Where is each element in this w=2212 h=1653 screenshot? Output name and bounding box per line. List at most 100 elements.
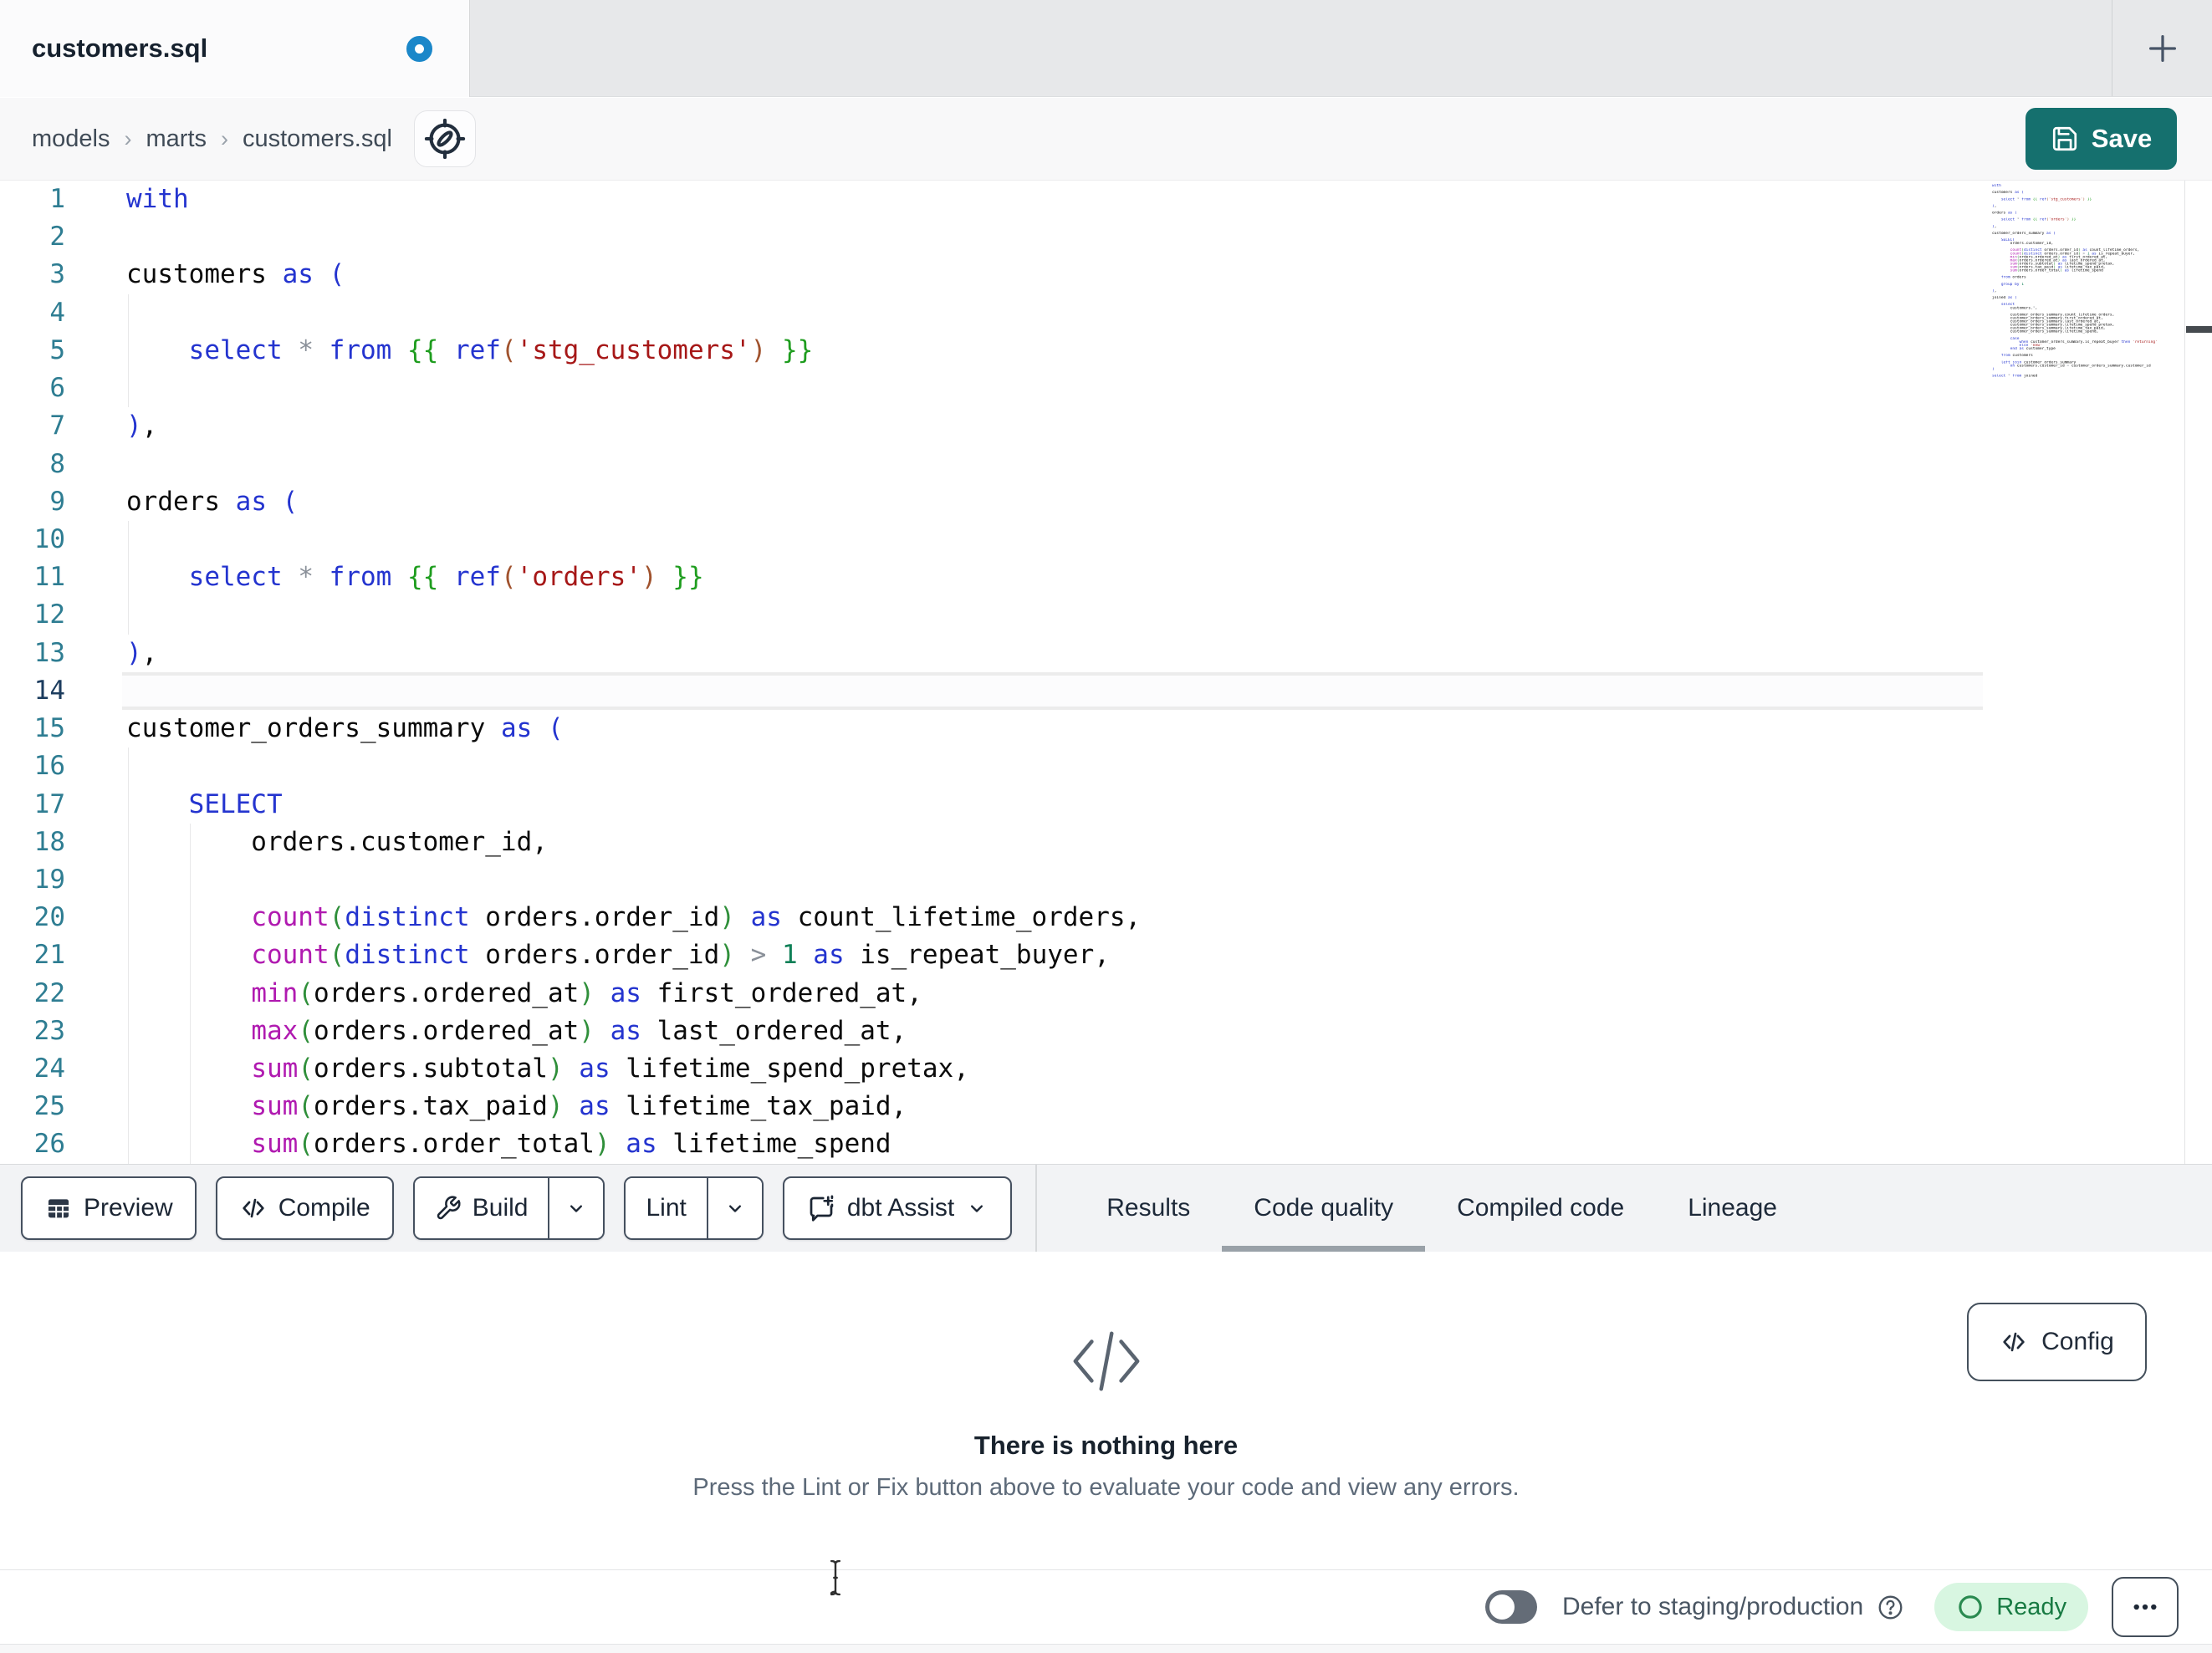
code-line[interactable]: 26 sum(orders.order_total) as lifetime_s… bbox=[0, 1125, 2212, 1164]
save-icon bbox=[2051, 125, 2079, 153]
code-line[interactable]: 8 bbox=[0, 446, 2212, 483]
code-line[interactable]: 13), bbox=[0, 635, 2212, 672]
code-line[interactable]: 9 orders as ( bbox=[0, 483, 2212, 521]
compile-button[interactable]: Compile bbox=[215, 1176, 394, 1240]
code-line[interactable]: 6 bbox=[0, 370, 2212, 408]
lint-label: Lint bbox=[646, 1194, 687, 1222]
code-line[interactable]: 18 orders.customer_id, bbox=[0, 823, 2212, 861]
line-number[interactable]: 4 bbox=[0, 294, 65, 332]
code-line[interactable]: 24 sum(orders.subtotal) as lifetime_spen… bbox=[0, 1050, 2212, 1089]
line-number[interactable]: 23 bbox=[0, 1013, 65, 1050]
empty-state-title: There is nothing here bbox=[973, 1431, 1239, 1460]
line-number[interactable]: 15 bbox=[0, 710, 65, 747]
code-line[interactable]: 2 bbox=[0, 218, 2212, 256]
code-line[interactable]: 25 sum(orders.tax_paid) as lifetime_tax_… bbox=[0, 1088, 2212, 1126]
lint-split-button: Lint bbox=[624, 1176, 764, 1240]
line-number[interactable]: 10 bbox=[0, 521, 65, 559]
line-number[interactable]: 24 bbox=[0, 1050, 65, 1088]
save-button[interactable]: Save bbox=[2026, 108, 2177, 170]
line-number[interactable]: 26 bbox=[0, 1125, 65, 1163]
code-line[interactable]: 7), bbox=[0, 407, 2212, 445]
line-number[interactable]: 20 bbox=[0, 899, 65, 936]
line-number[interactable]: 17 bbox=[0, 786, 65, 824]
line-number[interactable]: 11 bbox=[0, 559, 65, 596]
code-line[interactable]: 3 customers as ( bbox=[0, 256, 2212, 293]
code-line[interactable]: 5 select * from {{ ref('stg_customers') … bbox=[0, 331, 2212, 370]
breadcrumb-separator: › bbox=[221, 125, 228, 151]
tab-customers-sql[interactable]: customers.sql bbox=[0, 0, 470, 97]
preview-label: Preview bbox=[84, 1194, 173, 1222]
code-line[interactable]: 12 bbox=[0, 596, 2212, 635]
breadcrumb-models[interactable]: models bbox=[32, 125, 110, 153]
chevron-down-icon bbox=[723, 1196, 747, 1220]
line-number[interactable]: 1 bbox=[0, 181, 65, 218]
bottom-strip bbox=[0, 1644, 2212, 1653]
dbt-assist-label: dbt Assist bbox=[846, 1194, 955, 1222]
action-bar: Preview Compile Build Lint dbt Assist Re… bbox=[0, 1164, 2212, 1252]
line-number[interactable]: 8 bbox=[0, 446, 65, 483]
defer-label: Defer to staging/production bbox=[1562, 1593, 1864, 1620]
chevron-down-icon bbox=[564, 1196, 588, 1220]
code-line[interactable]: 20 count(distinct orders.order_id) as co… bbox=[0, 899, 2212, 937]
format-button[interactable] bbox=[413, 110, 476, 167]
defer-toggle[interactable] bbox=[1485, 1590, 1537, 1624]
tab-lineage[interactable]: Lineage bbox=[1656, 1165, 1809, 1252]
build-button[interactable]: Build bbox=[414, 1178, 549, 1238]
toolbar-divider bbox=[1035, 1165, 1038, 1252]
code-line[interactable]: 10 bbox=[0, 520, 2212, 559]
code-line[interactable]: 1 with bbox=[0, 181, 2212, 218]
line-number[interactable]: 13 bbox=[0, 635, 65, 672]
config-button[interactable]: Config bbox=[1967, 1303, 2147, 1381]
line-number[interactable]: 7 bbox=[0, 407, 65, 445]
tab-code-quality[interactable]: Code quality bbox=[1222, 1165, 1425, 1252]
ready-label: Ready bbox=[1996, 1593, 2067, 1620]
tab-title: customers.sql bbox=[32, 33, 208, 63]
dbt-assist-button[interactable]: dbt Assist bbox=[782, 1176, 1013, 1240]
line-number[interactable]: 2 bbox=[0, 218, 65, 256]
line-number[interactable]: 25 bbox=[0, 1088, 65, 1125]
build-dropdown-button[interactable] bbox=[548, 1178, 604, 1238]
help-icon[interactable] bbox=[1877, 1594, 1904, 1621]
config-label: Config bbox=[2041, 1328, 2114, 1355]
line-number[interactable]: 18 bbox=[0, 824, 65, 861]
preview-button[interactable]: Preview bbox=[21, 1176, 197, 1240]
lint-dropdown-button[interactable] bbox=[706, 1178, 762, 1238]
code-line[interactable]: 15 customer_orders_summary as ( bbox=[0, 710, 2212, 747]
code-line[interactable]: 23 max(orders.ordered_at) as last_ordere… bbox=[0, 1012, 2212, 1051]
unsaved-changes-dot bbox=[406, 35, 432, 62]
file-header: models › marts › customers.sql Save bbox=[0, 98, 2212, 181]
line-number[interactable]: 3 bbox=[0, 256, 65, 293]
line-number[interactable]: 14 bbox=[0, 672, 65, 710]
wrench-icon bbox=[435, 1195, 462, 1222]
code-line[interactable]: 11 select * from {{ ref('orders') }} bbox=[0, 559, 2212, 597]
line-number[interactable]: 19 bbox=[0, 861, 65, 899]
breadcrumb: models › marts › customers.sql bbox=[32, 125, 392, 153]
code-line[interactable]: 17 SELECT bbox=[0, 785, 2212, 824]
overview-ruler[interactable] bbox=[2184, 181, 2212, 1164]
line-number[interactable]: 9 bbox=[0, 483, 65, 521]
overflow-menu-button[interactable] bbox=[2112, 1577, 2179, 1637]
tab-results[interactable]: Results bbox=[1075, 1165, 1222, 1252]
code-line[interactable]: 14 bbox=[0, 671, 2212, 711]
code-editor[interactable]: 1 with 2 3 customers as (4 5 select * from {{… bbox=[0, 181, 2212, 1164]
line-number[interactable]: 21 bbox=[0, 936, 65, 974]
line-number[interactable]: 22 bbox=[0, 975, 65, 1013]
line-number[interactable]: 6 bbox=[0, 370, 65, 407]
code-lines: 1 with 2 3 customers as (4 5 select * from {{… bbox=[0, 181, 2212, 1164]
breadcrumb-marts[interactable]: marts bbox=[146, 125, 207, 153]
line-number[interactable]: 5 bbox=[0, 332, 65, 370]
status-badge[interactable]: Ready bbox=[1934, 1583, 2089, 1631]
code-line[interactable]: 19 bbox=[0, 860, 2212, 900]
line-number[interactable]: 16 bbox=[0, 747, 65, 785]
tab-compiled-code[interactable]: Compiled code bbox=[1425, 1165, 1656, 1252]
code-line[interactable]: 4 bbox=[0, 293, 2212, 332]
minimap[interactable]: with customers as ( select * from {{ ref(… bbox=[1992, 184, 2183, 378]
code-line[interactable]: 16 bbox=[0, 747, 2212, 786]
code-line[interactable]: 21 count(distinct orders.order_id) > 1 a… bbox=[0, 936, 2212, 975]
new-tab-button[interactable] bbox=[2112, 0, 2212, 96]
lint-button[interactable]: Lint bbox=[626, 1178, 707, 1238]
code-line[interactable]: 22 min(orders.ordered_at) as first_order… bbox=[0, 974, 2212, 1013]
ellipsis-icon bbox=[2129, 1591, 2161, 1623]
breadcrumb-file: customers.sql bbox=[243, 125, 392, 152]
line-number[interactable]: 12 bbox=[0, 596, 65, 634]
